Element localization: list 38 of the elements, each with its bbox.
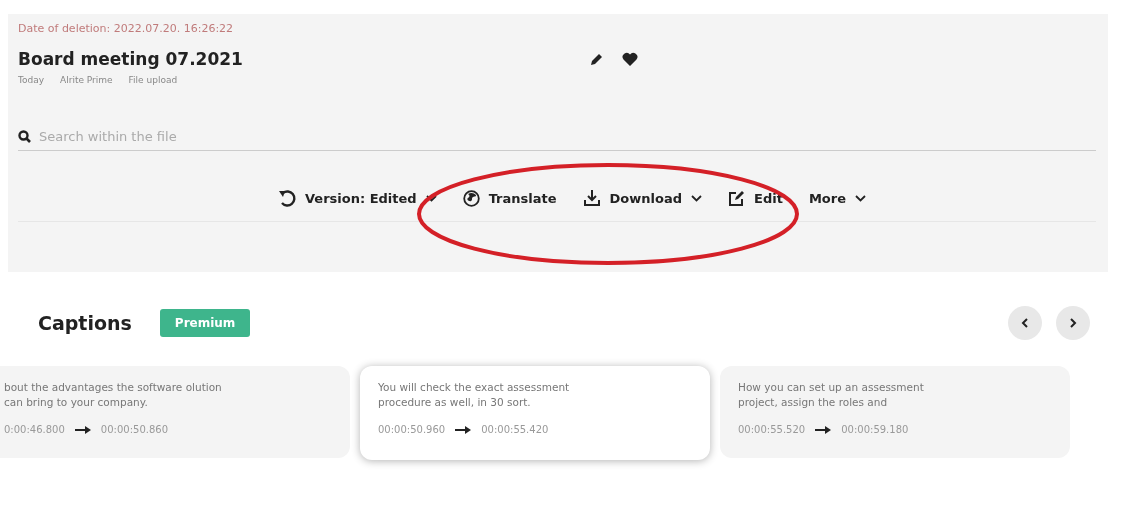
toolbar-button[interactable]: Version: Edited xyxy=(278,187,437,209)
toolbar-button[interactable]: Edit xyxy=(728,187,783,209)
start-time: 00:00:55.520 xyxy=(738,424,806,435)
caption-card[interactable]: You will check the exact assessment procedure as well, in 30 sort. 00:00:50.960 00:00:55.420 xyxy=(360,366,710,460)
end-time: 00:00:50.860 xyxy=(100,424,168,435)
deletion-date: Date of deletion: 2022.07.20. 16:26:22 xyxy=(18,22,235,35)
toolbar-button[interactable]: More xyxy=(808,187,866,209)
end-time: 00:00:55.420 xyxy=(481,424,549,435)
undo-icon xyxy=(278,189,296,207)
next-button[interactable] xyxy=(1056,306,1090,340)
file-title: Board meeting 07.2021 xyxy=(18,49,244,69)
search-field[interactable]: Search within the file xyxy=(39,129,1096,144)
end-time: 00:00:59.180 xyxy=(841,424,909,435)
globe-icon xyxy=(462,189,480,207)
caption-card[interactable]: How you can set up an assessment project, assign the roles and 00:00:55.520 00:00:59.180 xyxy=(720,366,1070,458)
file-meta: Today xyxy=(18,75,45,85)
edit-icon xyxy=(728,189,745,207)
start-time: 0:00:46.800 xyxy=(4,424,65,435)
toolbar-button[interactable]: Translate xyxy=(462,187,557,209)
heart-icon[interactable] xyxy=(622,52,638,66)
arrow-right-icon xyxy=(815,425,832,434)
captions-heading: Captions xyxy=(38,312,132,334)
caption-text: How you can set up an assessment project, assign the roles and xyxy=(738,380,925,410)
file-meta: File upload xyxy=(128,75,178,85)
download-icon xyxy=(582,189,601,207)
previous-button[interactable] xyxy=(1008,306,1042,340)
arrow-right-icon xyxy=(74,425,91,434)
chevron-right-icon xyxy=(1069,318,1077,328)
search-icon xyxy=(18,130,31,143)
file-meta: Alrite Prime xyxy=(60,75,113,85)
caption-text: bout the advantages the software olution can bring to your company. xyxy=(4,380,222,410)
toolbar-button[interactable]: Download xyxy=(582,187,702,209)
caption-text: You will check the exact assessment procedure as well, in 30 sort. xyxy=(378,380,571,410)
arrow-right-icon xyxy=(455,425,472,434)
pencil-icon[interactable] xyxy=(590,52,604,66)
caption-card[interactable]: bout the advantages the software olution can bring to your company. 0:00:46.800 00:00:50.860 xyxy=(0,366,350,458)
start-time: 00:00:50.960 xyxy=(378,424,446,435)
chevron-left-icon xyxy=(1021,318,1029,328)
